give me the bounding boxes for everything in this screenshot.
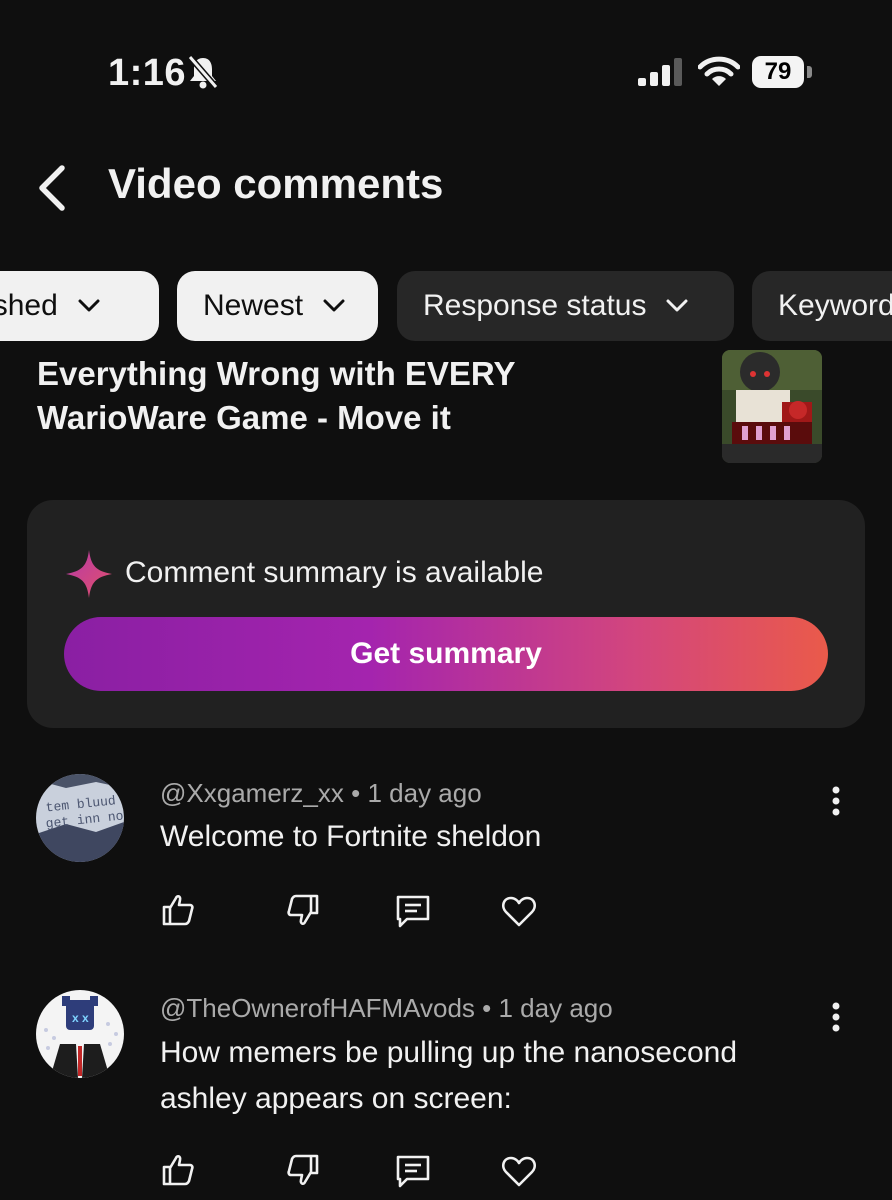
filter-chip-newest[interactable]: Newest [177,271,378,341]
heart-icon[interactable] [501,1153,537,1189]
comment-time: 1 day ago [367,778,482,808]
battery-nub [807,66,812,78]
filter-chip-label: Keywords [778,289,892,322]
video-thumbnail-image [722,350,822,463]
heart-icon[interactable] [501,893,537,929]
bell-muted-icon [187,55,219,89]
meta-separator: • [351,778,361,808]
filter-chip-bar: Published Newest Response status Keyword… [0,271,892,343]
avatar-image: tem bluud get inn now [36,774,124,862]
avatar[interactable]: x x [36,990,124,1078]
reply-icon[interactable] [395,1153,431,1189]
more-options-icon[interactable] [831,1002,841,1032]
comment-text: Welcome to Fortnite sheldon [160,820,542,853]
back-arrow-icon[interactable] [32,164,72,212]
avatar[interactable]: tem bluud get inn now [36,774,124,862]
thumbs-down-icon[interactable] [285,892,321,928]
status-time: 1:16 [108,52,187,94]
video-title: Everything Wrong with EVERY WarioWare Ga… [37,355,515,436]
avatar-image: x x [36,990,124,1078]
chevron-down-icon [666,299,688,312]
filter-chip-keywords[interactable]: Keywords [752,271,892,341]
comment-time: 1 day ago [498,993,613,1023]
svg-text:x x: x x [72,1011,89,1025]
filter-chip-response-status[interactable]: Response status [397,271,734,341]
filter-chip-label: Response status [423,289,647,322]
chevron-down-icon [78,299,100,312]
cellular-signal-icon [638,58,682,86]
video-thumbnail[interactable] [722,350,822,463]
wifi-icon [698,56,740,86]
thumbs-down-icon[interactable] [285,1152,321,1188]
chevron-down-icon [323,299,345,312]
reply-icon[interactable] [395,893,431,929]
filter-chip-label: Published [0,289,58,322]
comment-author[interactable]: @TheOwnerofHAFMAvods [160,993,475,1023]
comment-meta: @TheOwnerofHAFMAvods • 1 day ago [160,993,613,1024]
comment-text: How memers be pulling up the nanosecond … [160,1036,738,1115]
page-title: Video comments [108,160,444,207]
thumbs-up-icon[interactable] [160,892,196,928]
comment-summary-card [27,500,865,728]
filter-chip-label: Newest [203,289,304,322]
sparkle-icon [66,550,112,598]
summary-available-text: Comment summary is available [125,556,544,589]
thumbs-up-icon[interactable] [160,1152,196,1188]
comment-meta: @Xxgamerz_xx • 1 day ago [160,778,482,809]
comment-author[interactable]: @Xxgamerz_xx [160,778,344,808]
meta-separator: • [482,993,492,1023]
battery-indicator: 79 [752,56,804,88]
get-summary-button[interactable]: Get summary [64,617,828,691]
more-options-icon[interactable] [831,786,841,816]
filter-chip-published[interactable]: Published [0,271,159,341]
